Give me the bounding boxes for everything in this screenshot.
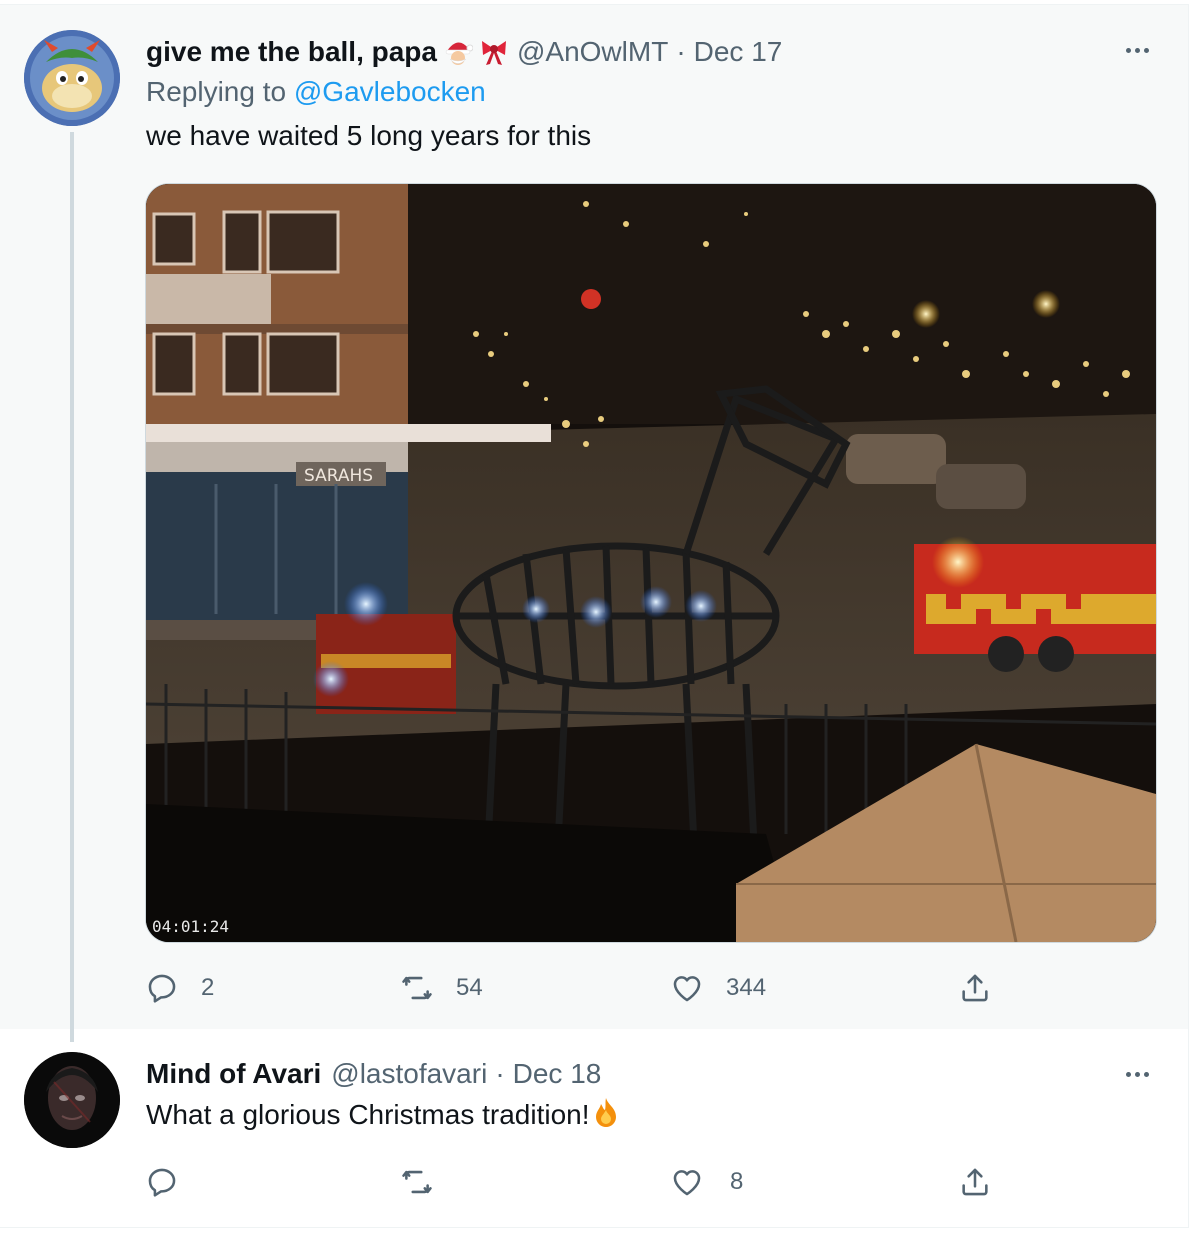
thread-connector-line (70, 132, 74, 1042)
more-options-icon[interactable] (1118, 1064, 1158, 1084)
share-icon (962, 974, 988, 1002)
share-button[interactable] (958, 1162, 992, 1202)
tweet-text: What a glorious Christmas tradition! (146, 1096, 622, 1131)
handle[interactable]: @AnOwlMT (517, 36, 668, 68)
handle[interactable]: @lastofavari (331, 1058, 487, 1090)
night-street-scene: SARAHS (146, 184, 1156, 942)
bowser-jr-avatar-icon (24, 30, 120, 126)
reply-icon (148, 974, 176, 1003)
replying-to: Replying to @Gavlebocken (146, 76, 486, 108)
separator: · (495, 1058, 505, 1089)
avatar[interactable] (24, 1052, 120, 1148)
tweet-text: we have waited 5 long years for this (146, 120, 592, 151)
separator: · (676, 36, 686, 67)
like-button[interactable]: 8 (670, 1162, 743, 1202)
more-options-icon[interactable] (1118, 40, 1158, 60)
video-timestamp: 04:01:24 (152, 917, 230, 936)
avatar[interactable] (24, 30, 120, 126)
tweet-text-body: What a glorious Christmas tradition! (146, 1099, 590, 1130)
retweet-count: 54 (456, 974, 483, 1001)
reply-count: 2 (201, 974, 215, 1001)
like-count: 344 (726, 974, 767, 1001)
replying-to-label: Replying to (146, 76, 287, 107)
display-name[interactable]: give me the ball, papa (146, 36, 437, 68)
retweet-icon (402, 1170, 432, 1194)
retweet-icon (402, 976, 432, 1000)
replying-to-handle[interactable]: @Gavlebocken (294, 76, 486, 107)
heart-icon (673, 976, 701, 1002)
retweet-button[interactable] (400, 1162, 456, 1202)
reply-button[interactable] (145, 1162, 201, 1202)
dark-portrait-avatar-icon (24, 1052, 120, 1148)
fire-icon (590, 1096, 622, 1128)
station-sign-text: SARAHS (304, 466, 373, 486)
tweet-header: Mind of Avari @lastofavari · Dec 18 (146, 1052, 601, 1096)
tweet-date[interactable]: Dec 17 (694, 36, 783, 68)
like-count: 8 (730, 1168, 744, 1195)
display-name[interactable]: Mind of Avari (146, 1058, 321, 1090)
share-icon (962, 1168, 988, 1196)
heart-icon (673, 1170, 701, 1196)
santa-face-icon (443, 37, 474, 67)
reply-icon (148, 1168, 176, 1197)
tweet-media-image[interactable]: SARAHS 04:01:24 (145, 183, 1157, 943)
ribbon-bow-icon (479, 37, 509, 67)
tweet-header: give me the ball, papa @AnOwlMT · Dec 17 (146, 30, 782, 74)
retweet-button[interactable]: 54 (400, 968, 483, 1008)
reply-button[interactable]: 2 (145, 968, 214, 1008)
like-button[interactable]: 344 (670, 968, 766, 1008)
share-button[interactable] (958, 968, 992, 1008)
tweet-date[interactable]: Dec 18 (513, 1058, 602, 1090)
